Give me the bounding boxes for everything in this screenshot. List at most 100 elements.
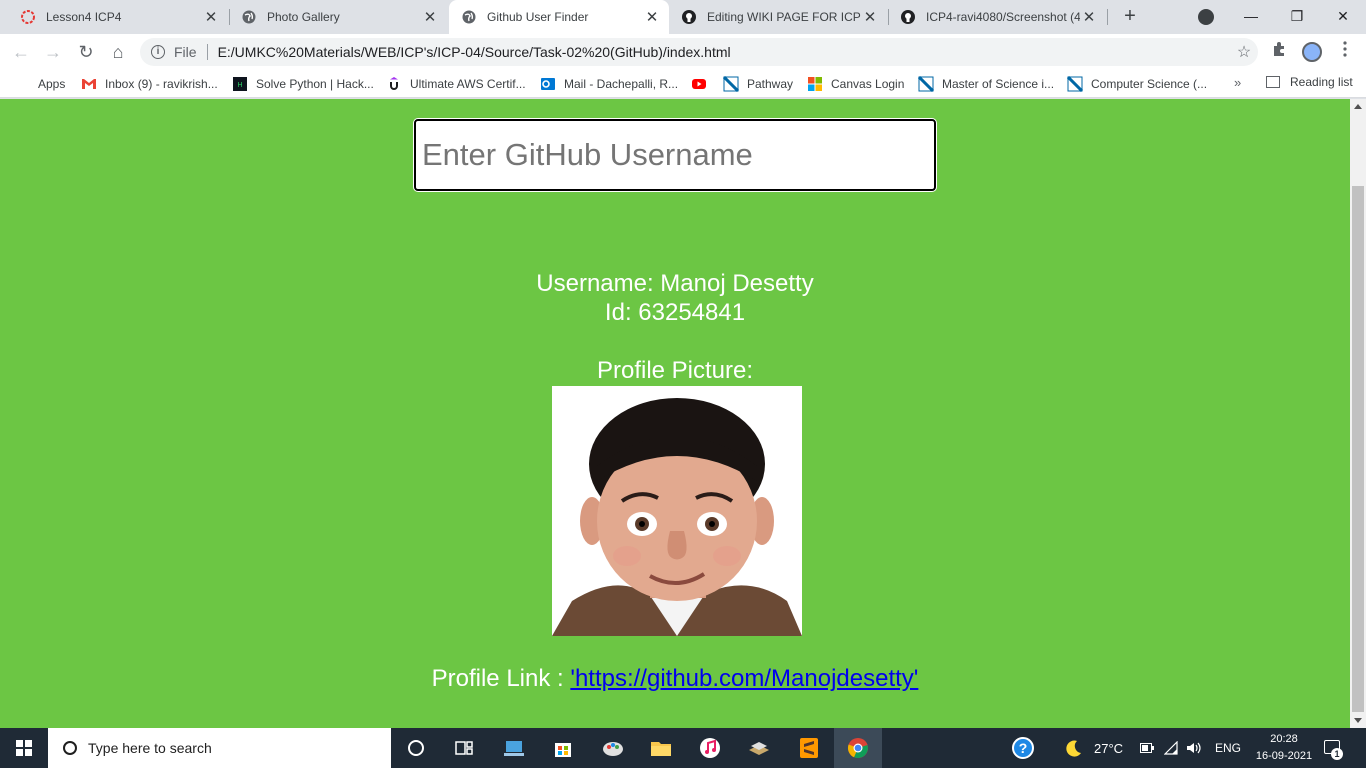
paint-palette-icon[interactable] <box>601 736 625 760</box>
svg-text:H: H <box>237 81 242 89</box>
moon-icon <box>1066 740 1081 757</box>
sublime-text-icon[interactable] <box>797 736 821 760</box>
site-info-icon[interactable]: i <box>151 45 165 59</box>
bookmark-hackerrank[interactable]: H Solve Python | Hack... <box>232 75 374 93</box>
bookmark-label: Master of Science i... <box>942 77 1055 91</box>
scroll-up-arrow-icon[interactable] <box>1354 104 1362 109</box>
tab-search-icon[interactable] <box>1198 9 1214 25</box>
bookmark-label: Apps <box>38 77 66 91</box>
youtube-icon <box>692 79 706 89</box>
reading-list-label: Reading list <box>1290 75 1353 89</box>
udemy-icon <box>390 77 398 90</box>
new-tab-button[interactable]: + <box>1118 5 1142 29</box>
bookmark-master-of-science[interactable]: Master of Science i... <box>918 75 1054 93</box>
scroll-down-arrow-icon[interactable] <box>1354 718 1362 723</box>
bookmark-label: Solve Python | Hack... <box>256 77 374 91</box>
umkc-icon <box>918 76 934 92</box>
windows-taskbar: Type here to search ? 27°C ENG 20:28 16-… <box>0 728 1366 768</box>
task-view-icon[interactable] <box>452 736 476 760</box>
github-icon <box>682 10 696 24</box>
bookmark-label: Canvas Login <box>831 77 905 91</box>
profile-picture-label: Profile Picture: <box>596 357 754 384</box>
bookmark-youtube[interactable] <box>691 75 715 93</box>
tab-close-icon[interactable]: ✕ <box>421 8 439 26</box>
clock-date: 16-09-2021 <box>1255 750 1313 762</box>
bookmark-star-icon[interactable]: ☆ <box>1230 42 1258 62</box>
restore-button[interactable]: ❐ <box>1274 4 1320 30</box>
tab-strip: Lesson4 ICP4 ✕ Photo Gallery ✕ Github Us… <box>0 0 1366 34</box>
bookmarks-bar: Apps Inbox (9) - ravikrish... H Solve Py… <box>0 70 1366 98</box>
tab-github-user-finder[interactable]: Github User Finder ✕ <box>449 0 669 34</box>
menu-kebab-icon[interactable] <box>1334 41 1356 63</box>
bookmark-label: Inbox (9) - ravikrish... <box>105 77 218 91</box>
umkc-circle-icon <box>21 10 35 24</box>
books-app-icon[interactable] <box>747 736 771 760</box>
bookmarks-overflow-chevron-icon[interactable]: » <box>1234 75 1241 90</box>
search-icon <box>63 741 77 755</box>
start-button[interactable] <box>0 728 48 768</box>
tab-editing-wiki[interactable]: Editing WIKI PAGE FOR ICP 04 ✕ <box>669 0 887 34</box>
gmail-icon <box>82 79 96 89</box>
itunes-icon[interactable] <box>698 736 722 760</box>
tab-close-icon[interactable]: ✕ <box>643 8 661 26</box>
window-close-button[interactable]: ✕ <box>1320 4 1366 30</box>
bookmark-label: Mail - Dachepalli, R... <box>564 77 679 91</box>
github-icon <box>901 10 915 24</box>
tab-photo-gallery[interactable]: Photo Gallery ✕ <box>229 0 447 34</box>
tab-close-icon[interactable]: ✕ <box>861 8 879 26</box>
clock[interactable]: 20:28 16-09-2021 <box>1250 731 1318 765</box>
help-circle-icon: ? <box>1012 737 1034 759</box>
tab-title: Lesson4 ICP4 <box>46 10 122 24</box>
tab-title: Editing WIKI PAGE FOR ICP 04 <box>707 10 861 24</box>
back-button[interactable]: ← <box>9 40 33 64</box>
tab-lesson4[interactable]: Lesson4 ICP4 ✕ <box>8 0 228 34</box>
taskbar-search-box[interactable]: Type here to search <box>48 728 391 768</box>
weather-tray-item[interactable]: 27°C <box>1064 728 1123 768</box>
reading-list-icon <box>1266 76 1280 88</box>
apps-grid-icon <box>14 76 30 92</box>
system-tray-icons[interactable]: ENG <box>1140 728 1241 768</box>
tab-close-icon[interactable]: ✕ <box>1080 8 1098 26</box>
globe-icon <box>242 10 256 24</box>
address-bar[interactable]: i File E:/UMKC%20Materials/WEB/ICP's/ICP… <box>140 38 1258 66</box>
umkc-icon <box>1067 76 1083 92</box>
help-tray-item[interactable]: ? <box>1012 728 1034 768</box>
file-explorer-icon[interactable] <box>649 736 673 760</box>
extensions-puzzle-icon[interactable] <box>1268 41 1290 63</box>
volume-icon <box>1187 742 1201 754</box>
tab-title: Github User Finder <box>487 10 589 24</box>
tab-close-icon[interactable]: ✕ <box>202 8 220 26</box>
github-username-input[interactable] <box>414 119 936 191</box>
bookmark-outlook[interactable]: Mail - Dachepalli, R... <box>540 75 678 93</box>
tab-icp4-screenshot[interactable]: ICP4-ravi4080/Screenshot (40 ✕ <box>888 0 1106 34</box>
reload-button[interactable]: ↻ <box>74 40 98 64</box>
language-indicator[interactable]: ENG <box>1215 741 1241 755</box>
bookmark-canvas-login[interactable]: Canvas Login <box>807 75 904 93</box>
profile-avatar[interactable] <box>1302 42 1322 62</box>
tab-title: Photo Gallery <box>267 10 340 24</box>
bookmark-computer-science[interactable]: Computer Science (... <box>1067 75 1207 93</box>
chrome-icon[interactable] <box>846 736 870 760</box>
home-button[interactable]: ⌂ <box>106 40 130 64</box>
minimize-button[interactable]: — <box>1228 4 1274 30</box>
clock-time: 20:28 <box>1270 733 1298 745</box>
profile-link[interactable]: 'https://github.com/Manojdesetty' <box>570 665 918 692</box>
cortana-icon[interactable] <box>404 736 428 760</box>
bookmark-pathway[interactable]: Pathway <box>723 75 793 93</box>
wifi-icon <box>1164 741 1178 755</box>
temperature-text: 27°C <box>1094 740 1124 756</box>
forward-button[interactable]: → <box>41 40 65 64</box>
laptop-app-icon[interactable] <box>502 736 526 760</box>
bookmark-apps[interactable]: Apps <box>14 75 65 93</box>
page-scrollbar[interactable] <box>1350 99 1366 728</box>
microsoft-icon <box>808 77 822 91</box>
battery-icon <box>1140 743 1154 753</box>
bookmark-inbox[interactable]: Inbox (9) - ravikrish... <box>81 75 218 93</box>
reading-list-button[interactable]: Reading list <box>1266 75 1353 89</box>
bookmark-udemy[interactable]: Ultimate AWS Certif... <box>386 75 526 93</box>
url-text[interactable]: E:/UMKC%20Materials/WEB/ICP's/ICP-04/Sou… <box>218 44 1230 60</box>
scrollbar-thumb[interactable] <box>1352 186 1364 712</box>
microsoft-store-icon[interactable] <box>551 736 575 760</box>
bookmark-label: Pathway <box>747 77 794 91</box>
user-id-text: Id: 63254841 <box>604 299 746 326</box>
